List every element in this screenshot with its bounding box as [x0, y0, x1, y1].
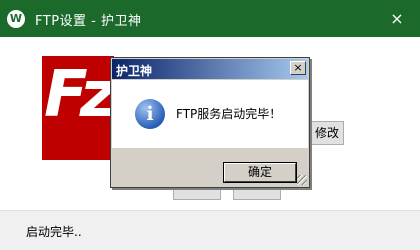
- main-titlebar: W FTP设置 - 护卫神 ×: [0, 0, 420, 37]
- filezilla-logo-icon: Fz: [42, 56, 114, 160]
- hidden-button-right[interactable]: [233, 188, 281, 200]
- status-text: 启动完毕..: [26, 225, 82, 239]
- window-title: FTP设置 - 护卫神: [35, 14, 142, 29]
- ok-button[interactable]: 确定: [223, 162, 297, 183]
- message-dialog: 护卫神 × i FTP服务启动完毕！ 确定: [110, 57, 310, 188]
- dialog-close-icon[interactable]: ×: [290, 61, 306, 75]
- close-icon[interactable]: ×: [374, 0, 420, 37]
- info-icon: i: [135, 99, 165, 129]
- status-bar: 启动完毕..: [0, 210, 420, 250]
- resize-grip-icon[interactable]: [297, 175, 307, 185]
- app-logo-icon: W: [7, 10, 25, 28]
- hidden-button-left[interactable]: [173, 188, 221, 200]
- dialog-body: i FTP服务启动完毕！: [112, 80, 308, 148]
- dialog-titlebar[interactable]: 护卫神 ×: [112, 59, 308, 79]
- dialog-title: 护卫神: [116, 64, 153, 78]
- dialog-message: FTP服务启动完毕！: [176, 107, 282, 121]
